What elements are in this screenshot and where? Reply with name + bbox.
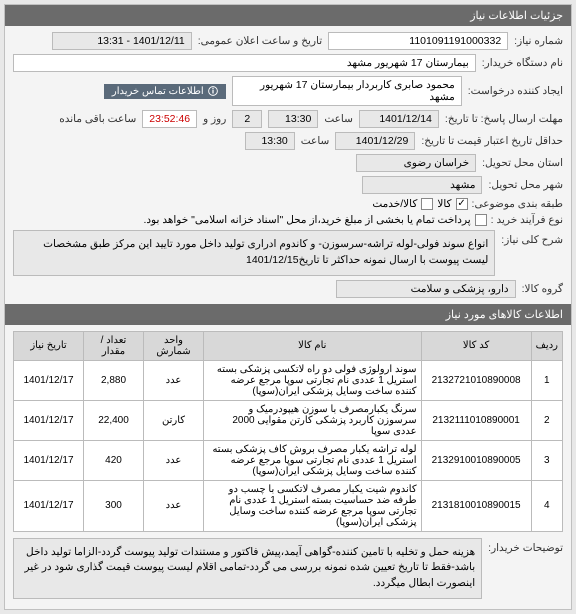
days-label: روز و xyxy=(203,113,226,125)
table-row: 42131810010890015کاندوم شیت یکبار مصرف ل… xyxy=(14,480,563,531)
buyer-contact-label: اطلاعات تماس خریدار xyxy=(112,86,204,97)
notes-label: توضیحات خریدار: xyxy=(488,538,563,554)
desc-label: شرح کلی نیاز: xyxy=(501,230,563,246)
announce-value: 1401/12/11 - 13:31 xyxy=(52,32,192,50)
checkbox-treasury-box[interactable] xyxy=(475,214,487,226)
row-process-type: نوع فرآیند خرید : پرداخت تمام یا بخشی از… xyxy=(13,214,563,226)
cell-n: 2 xyxy=(531,400,562,440)
th-unit: واحد شمارش xyxy=(144,331,204,360)
creator-value: محمود صابری کاربردار بیمارستان 17 شهریور… xyxy=(232,76,462,106)
cell-n: 1 xyxy=(531,360,562,400)
deadline-label: مهلت ارسال پاسخ: تا تاریخ: xyxy=(445,113,563,125)
deadline-time: 13:30 xyxy=(268,110,318,128)
table-row: 22132111010890001سرنگ یکبارمصرف با سوزن … xyxy=(14,400,563,440)
cell-unit: عدد xyxy=(144,360,204,400)
row-need-number: شماره نیاز: 1101091191000332 تاریخ و ساع… xyxy=(13,32,563,50)
buyer-org-value: بیمارستان 17 شهریور مشهد xyxy=(13,54,476,72)
cell-name: سوند ارولوژی فولی دو راه لاتکسی پزشکی بس… xyxy=(204,360,422,400)
cell-date: 1401/12/17 xyxy=(14,480,84,531)
process-note: پرداخت تمام یا بخشی از مبلغ خرید،از محل … xyxy=(143,214,470,226)
cell-unit: عدد xyxy=(144,440,204,480)
th-qty: تعداد / مقدار xyxy=(84,331,144,360)
th-name: نام کالا xyxy=(204,331,422,360)
city-label: شهر محل تحویل: xyxy=(488,179,563,191)
cell-n: 4 xyxy=(531,480,562,531)
items-section-header: اطلاعات کالاهای مورد نیاز xyxy=(5,304,571,325)
need-number-label: شماره نیاز: xyxy=(514,35,563,47)
announce-label: تاریخ و ساعت اعلان عمومی: xyxy=(198,35,322,47)
province-value: خراسان رضوی xyxy=(356,154,476,172)
time-remaining: 23:52:46 xyxy=(142,110,197,128)
deadline-time-label: ساعت xyxy=(324,113,353,125)
th-date: تاریخ نیاز xyxy=(14,331,84,360)
days-remaining: 2 xyxy=(232,110,262,128)
row-buyer-notes: توضیحات خریدار: هزینه حمل و تخلیه با تام… xyxy=(13,538,563,599)
row-group: گروه کالا: دارو، پزشکی و سلامت xyxy=(13,280,563,298)
min-valid-label: حداقل تاریخ اعتبار قیمت تا تاریخ: xyxy=(421,135,563,147)
cell-date: 1401/12/17 xyxy=(14,360,84,400)
buyer-org-label: نام دستگاه خریدار: xyxy=(482,57,563,69)
desc-text: انواع سوند فولی-لوله تراشه-سرسوزن- و کان… xyxy=(13,230,495,276)
checkbox-goods-label: کالا xyxy=(437,198,451,210)
row-province: استان محل تحویل: خراسان رضوی xyxy=(13,154,563,172)
buyer-contact-button[interactable]: اطلاعات تماس خریدار xyxy=(104,84,226,99)
cell-code: 2131810010890015 xyxy=(421,480,531,531)
need-number-value: 1101091191000332 xyxy=(328,32,508,50)
group-value: دارو، پزشکی و سلامت xyxy=(336,280,516,298)
group-label: گروه کالا: xyxy=(522,283,563,295)
row-creator: ایجاد کننده درخواست: محمود صابری کاربردا… xyxy=(13,76,563,106)
cell-name: سرنگ یکبارمصرف با سوزن هیپودرمیک و سرسوز… xyxy=(204,400,422,440)
cell-qty: 420 xyxy=(84,440,144,480)
row-city: شهر محل تحویل: مشهد xyxy=(13,176,563,194)
cell-qty: 22,400 xyxy=(84,400,144,440)
creator-label: ایجاد کننده درخواست: xyxy=(468,85,563,97)
process-label: نوع فرآیند خرید : xyxy=(491,214,563,226)
row-budget-class: طبقه بندی موضوعی: کالا کالا/خدمت xyxy=(13,198,563,210)
checkbox-service-label: کالا/خدمت xyxy=(372,198,417,210)
panel-body: شماره نیاز: 1101091191000332 تاریخ و ساع… xyxy=(5,26,571,609)
notes-text: هزینه حمل و تخلیه با تامین کننده-گواهی آ… xyxy=(13,538,482,599)
cell-date: 1401/12/17 xyxy=(14,400,84,440)
cell-name: کاندوم شیت یکبار مصرف لاتکسی با چسب دو ط… xyxy=(204,480,422,531)
info-icon xyxy=(208,86,218,96)
remain-label: ساعت باقی مانده xyxy=(59,113,136,125)
min-valid-time: 13:30 xyxy=(245,132,295,150)
city-value: مشهد xyxy=(362,176,482,194)
items-table: ردیف کد کالا نام کالا واحد شمارش تعداد /… xyxy=(13,331,563,532)
province-label: استان محل تحویل: xyxy=(482,157,563,169)
deadline-date: 1401/12/14 xyxy=(359,110,439,128)
table-header-row: ردیف کد کالا نام کالا واحد شمارش تعداد /… xyxy=(14,331,563,360)
panel-title: جزئیات اطلاعات نیاز xyxy=(5,5,571,26)
table-row: 32132910010890005لوله تراشه یکبار مصرف ب… xyxy=(14,440,563,480)
cell-name: لوله تراشه یکبار مصرف بروش کاف پزشکی بست… xyxy=(204,440,422,480)
row-min-validity: حداقل تاریخ اعتبار قیمت تا تاریخ: 1401/1… xyxy=(13,132,563,150)
checkbox-service: کالا/خدمت xyxy=(372,198,433,210)
cell-n: 3 xyxy=(531,440,562,480)
cell-date: 1401/12/17 xyxy=(14,440,84,480)
cell-qty: 2,880 xyxy=(84,360,144,400)
min-valid-date: 1401/12/29 xyxy=(335,132,415,150)
row-buyer-org: نام دستگاه خریدار: بیمارستان 17 شهریور م… xyxy=(13,54,563,72)
cell-code: 2132910010890005 xyxy=(421,440,531,480)
cell-unit: عدد xyxy=(144,480,204,531)
row-description: شرح کلی نیاز: انواع سوند فولی-لوله تراشه… xyxy=(13,230,563,276)
table-row: 12132721010890008سوند ارولوژی فولی دو را… xyxy=(14,360,563,400)
th-row: ردیف xyxy=(531,331,562,360)
cell-unit: کارتن xyxy=(144,400,204,440)
checkbox-goods: کالا xyxy=(437,198,467,210)
need-details-panel: جزئیات اطلاعات نیاز شماره نیاز: 11010911… xyxy=(4,4,572,610)
cell-qty: 300 xyxy=(84,480,144,531)
row-deadline: مهلت ارسال پاسخ: تا تاریخ: 1401/12/14 سا… xyxy=(13,110,563,128)
budget-label: طبقه بندی موضوعی: xyxy=(472,198,563,210)
checkbox-treasury: پرداخت تمام یا بخشی از مبلغ خرید،از محل … xyxy=(143,214,486,226)
checkbox-service-box[interactable] xyxy=(421,198,433,210)
cell-code: 2132721010890008 xyxy=(421,360,531,400)
th-code: کد کالا xyxy=(421,331,531,360)
checkbox-goods-box[interactable] xyxy=(456,198,468,210)
cell-code: 2132111010890001 xyxy=(421,400,531,440)
min-valid-time-label: ساعت xyxy=(301,135,330,147)
